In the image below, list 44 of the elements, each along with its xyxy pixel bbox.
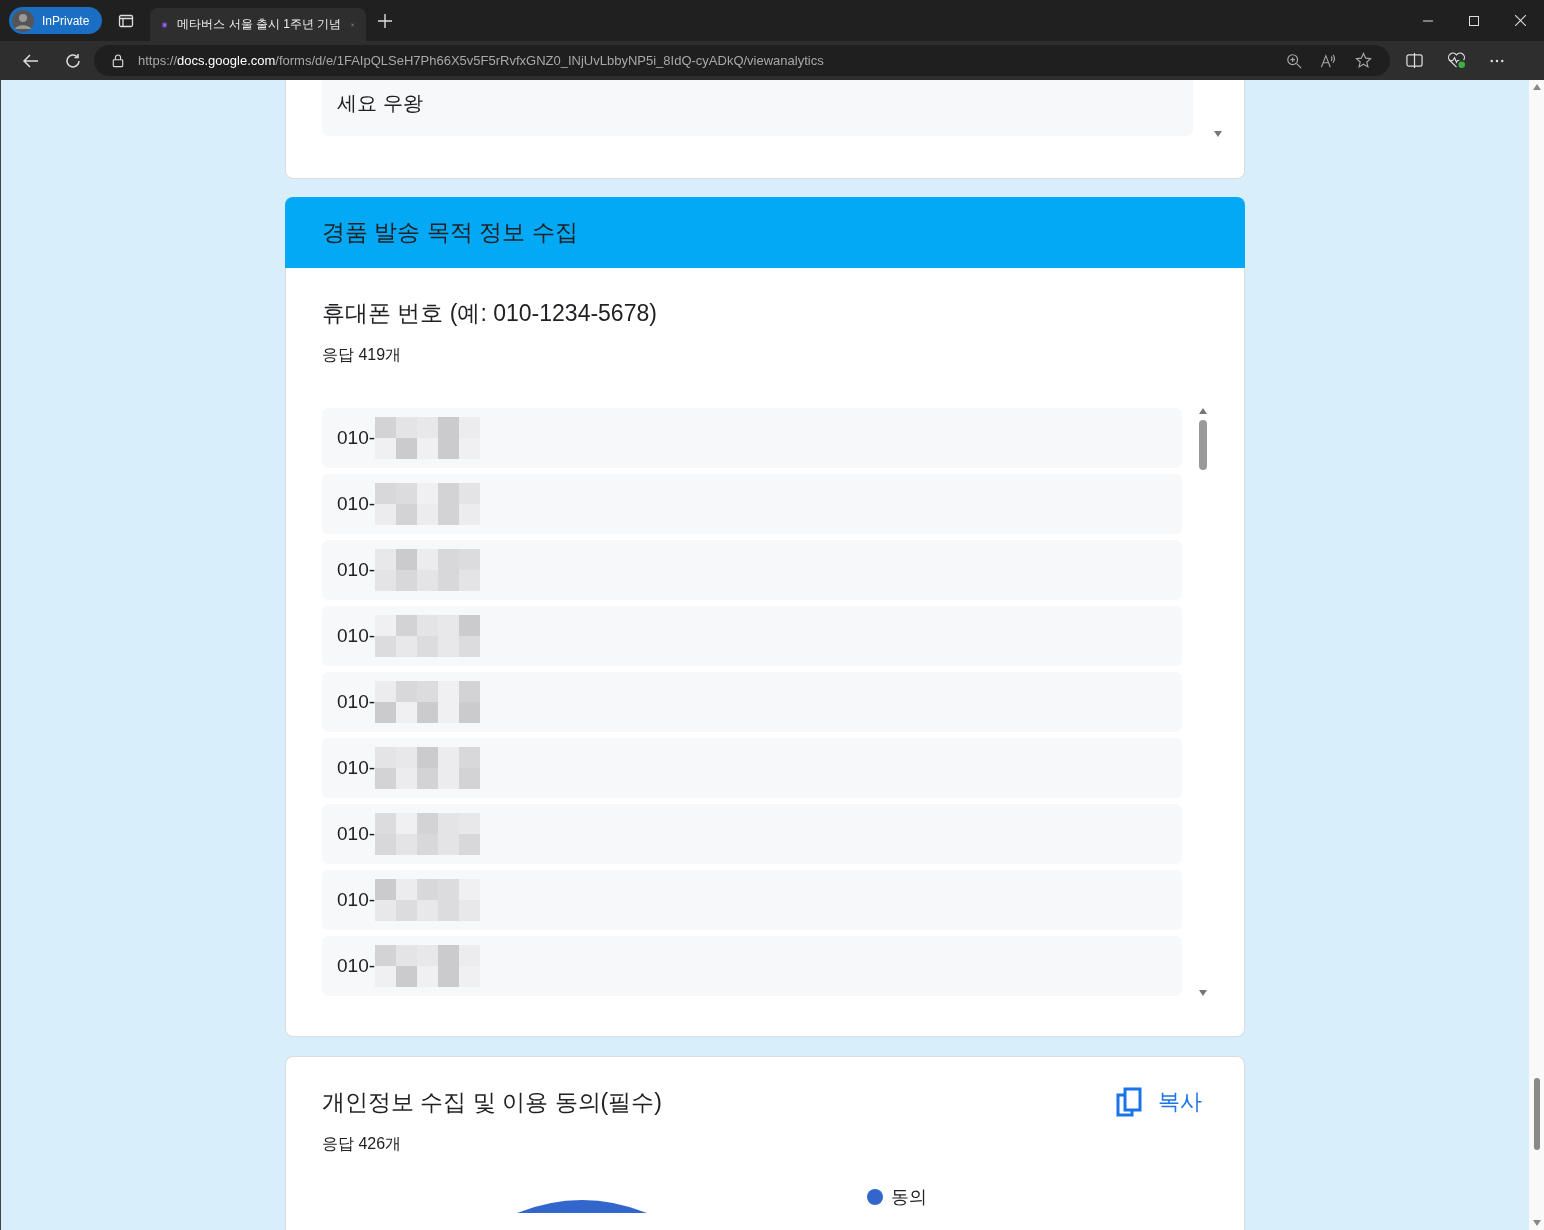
scroll-down-icon[interactable] — [1532, 1220, 1541, 1226]
avatar-icon — [12, 9, 34, 32]
phone-number: 010- — [337, 757, 376, 779]
answer-text: 세요 우왕 — [337, 92, 423, 114]
phone-number: 010- — [337, 955, 376, 977]
copy-icon — [1116, 1087, 1142, 1117]
phone-number: 010- — [337, 691, 376, 713]
scroll-up-icon[interactable] — [1199, 408, 1208, 414]
scroll-down-icon[interactable] — [1199, 990, 1208, 996]
phone-number: 010- — [337, 625, 376, 647]
response-count: 응답 419개 — [322, 345, 403, 365]
profile-label: InPrivate — [42, 13, 90, 28]
copy-button[interactable]: 복사 — [1110, 1087, 1208, 1117]
section-title: 경품 발송 목적 정보 수집 — [322, 218, 578, 247]
phone-number: 010- — [337, 493, 376, 515]
lock-icon — [112, 53, 124, 68]
question-title: 개인정보 수집 및 이용 동의(필수) — [322, 1088, 662, 1117]
heart-pulse-icon[interactable] — [1447, 52, 1466, 69]
star-icon[interactable] — [1355, 52, 1372, 69]
refresh-icon[interactable] — [64, 51, 82, 70]
scrollbar-thumb[interactable] — [1199, 420, 1208, 470]
zoom-icon[interactable] — [1286, 52, 1302, 69]
phone-number: 010- — [337, 889, 376, 911]
page-scrollbar-thumb[interactable] — [1533, 1078, 1540, 1150]
profile-button[interactable]: InPrivate — [9, 7, 103, 34]
scroll-up-icon[interactable] — [1532, 84, 1541, 90]
new-tab-icon[interactable] — [378, 13, 393, 28]
phone-number: 010- — [337, 823, 376, 845]
close-window-icon[interactable] — [1515, 15, 1526, 26]
phone-number: 010- — [337, 427, 376, 449]
question-title: 휴대폰 번호 (예: 010-1234-5678) — [322, 299, 658, 328]
legend-label: 동의 — [891, 1186, 927, 1209]
response-count: 응답 426개 — [322, 1134, 403, 1154]
url-text: https://docs.google.com/forms/d/e/1FAIpQLSeH7Ph66X5v5F5rRvfxGNZ0_INjUvLbbyNP5i_8IdQ-cyADkQ/viewanalytics — [138, 53, 824, 68]
more-icon[interactable] — [1490, 58, 1504, 63]
browser-tab[interactable]: 메타버스 서울 출시 1주년 기념 — [150, 8, 367, 41]
tab-actions-icon[interactable] — [118, 12, 135, 29]
scroll-down-icon[interactable] — [1214, 131, 1222, 137]
read-aloud-icon[interactable] — [1320, 52, 1337, 69]
address-bar[interactable]: https://docs.google.com/forms/d/e/1FAIpQLSeH7Ph66X5v5F5rRvfxGNZ0_INjUvLbbyNP5i_8IdQ-cyADkQ/viewanalytics — [94, 45, 1390, 76]
phone-number: 010- — [337, 559, 376, 581]
back-icon[interactable] — [22, 51, 40, 70]
maximize-icon[interactable] — [1469, 15, 1479, 26]
split-screen-icon[interactable] — [1406, 52, 1423, 69]
